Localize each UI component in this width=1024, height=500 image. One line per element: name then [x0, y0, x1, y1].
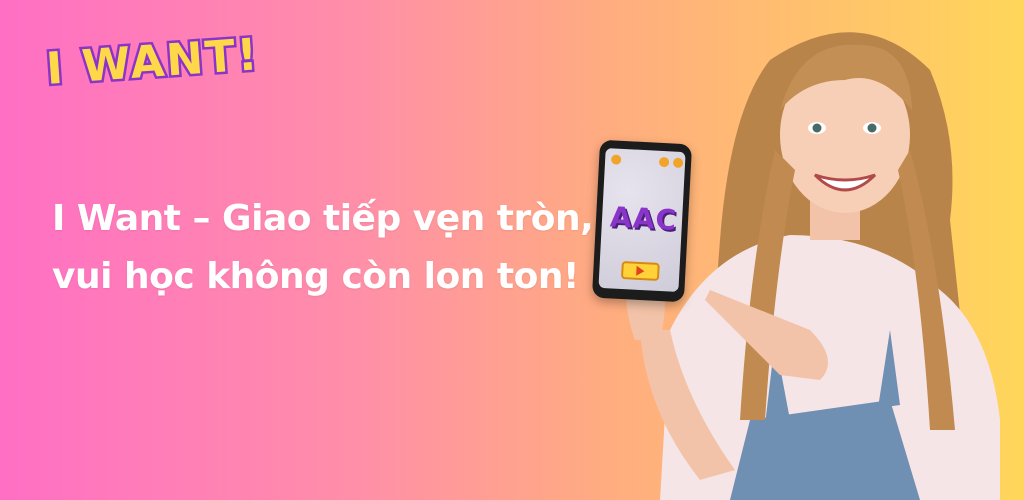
coin-icon	[658, 156, 670, 168]
aac-title: AAC	[609, 200, 678, 237]
phone: AAC	[591, 139, 693, 303]
i-want-logo: I WANT!	[42, 28, 263, 92]
menu-icon	[610, 154, 622, 165]
logo-text: I WANT!	[45, 29, 261, 92]
headline: I Want – Giao tiếp vẹn tròn, vui học khô…	[52, 190, 594, 306]
phone-screen: AAC	[598, 148, 686, 292]
headline-line-1: I Want – Giao tiếp vẹn tròn,	[52, 198, 594, 239]
play-button	[620, 261, 660, 281]
headline-line-2: vui học không còn lon ton!	[52, 256, 579, 297]
settings-icon	[672, 157, 684, 169]
